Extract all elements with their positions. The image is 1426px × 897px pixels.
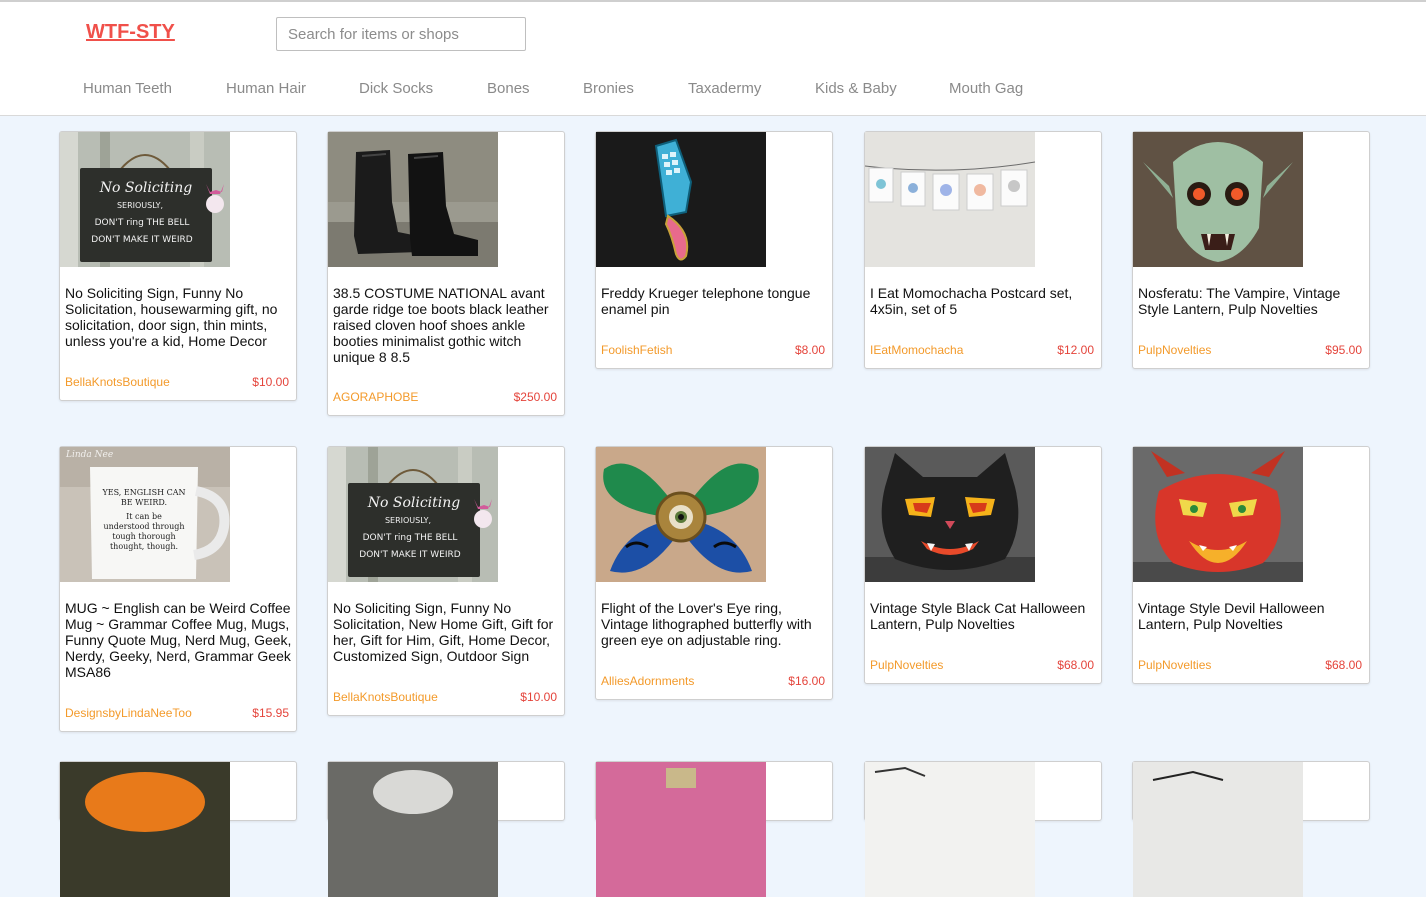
listing-title[interactable]: 38.5 COSTUME NATIONAL avant garde ridge … <box>333 285 562 365</box>
sign-text-line: DON'T ring THE BELL <box>95 218 190 228</box>
listing-image[interactable] <box>596 447 766 582</box>
nav-item-kids-baby[interactable]: Kids & Baby <box>815 80 897 97</box>
listing-title[interactable]: No Soliciting Sign, Funny No Solicitatio… <box>333 600 562 664</box>
listing-title[interactable]: No Soliciting Sign, Funny No Solicitatio… <box>65 285 294 349</box>
listing-card[interactable] <box>595 761 833 897</box>
listing-price: $10.00 <box>252 375 289 389</box>
image-watermark: Linda Nee <box>65 450 113 460</box>
listing-image[interactable] <box>1133 132 1303 267</box>
listing-card[interactable]: Vintage Style Black Cat Halloween Lanter… <box>864 446 1102 684</box>
mug-text-line: understood through <box>103 522 184 531</box>
listing-image[interactable] <box>596 132 766 267</box>
listing-card[interactable]: No Soliciting SERIOUSLY, DON'T ring THE … <box>327 446 565 716</box>
site-logo[interactable]: WTF-STY <box>86 21 175 44</box>
listing-price: $8.00 <box>794 343 825 357</box>
shop-link[interactable]: IEatMomochacha <box>870 343 963 357</box>
listing-image[interactable] <box>328 132 498 267</box>
mug-text-line: It can be <box>126 512 162 521</box>
shop-link[interactable]: PulpNovelties <box>1138 343 1211 357</box>
listing-image[interactable]: No Soliciting SERIOUSLY, DON'T ring THE … <box>60 132 230 267</box>
sign-text-line: No Soliciting <box>367 495 461 511</box>
listing-image[interactable] <box>1133 447 1303 582</box>
nav-item-dick-socks[interactable]: Dick Socks <box>359 80 433 97</box>
listing-card[interactable] <box>327 761 565 897</box>
listing-card[interactable] <box>1132 761 1370 897</box>
listing-card[interactable]: Vintage Style Devil Halloween Lantern, P… <box>1132 446 1370 684</box>
listing-price: $68.00 <box>1325 658 1362 672</box>
listing-price: $68.00 <box>1057 658 1094 672</box>
shop-link[interactable]: BellaKnotsBoutique <box>333 690 438 704</box>
listing-title[interactable]: I Eat Momochacha Postcard set, 4x5in, se… <box>870 285 1099 317</box>
listing-image[interactable] <box>60 762 230 897</box>
shop-link[interactable]: FoolishFetish <box>601 343 672 357</box>
nav-item-taxadermy[interactable]: Taxadermy <box>688 80 761 97</box>
site-header: WTF-STY Human Teeth Human Hair Dick Sock… <box>0 2 1426 116</box>
listing-title[interactable]: Freddy Krueger telephone tongue enamel p… <box>601 285 830 317</box>
search-input[interactable] <box>276 17 526 51</box>
listing-title[interactable]: Flight of the Lover's Eye ring, Vintage … <box>601 600 830 648</box>
listing-image[interactable] <box>865 132 1035 267</box>
sign-text-line: No Soliciting <box>99 180 193 196</box>
sign-text-line: DON'T MAKE IT WEIRD <box>91 235 192 245</box>
listing-card[interactable]: Nosferatu: The Vampire, Vintage Style La… <box>1132 131 1370 369</box>
listing-title[interactable]: Vintage Style Black Cat Halloween Lanter… <box>870 600 1099 632</box>
sign-text-line: DON'T ring THE BELL <box>363 533 458 543</box>
category-nav: Human Teeth Human Hair Dick Socks Bones … <box>0 80 1426 104</box>
shop-link[interactable]: DesignsbyLindaNeeToo <box>65 706 192 720</box>
shop-link[interactable]: AlliesAdornments <box>601 674 694 688</box>
mug-text-line: BE WEIRD. <box>121 498 167 507</box>
listing-price: $15.95 <box>252 706 289 720</box>
listing-card[interactable] <box>864 761 1102 897</box>
listing-title[interactable]: Vintage Style Devil Halloween Lantern, P… <box>1138 600 1367 632</box>
nav-item-human-teeth[interactable]: Human Teeth <box>83 80 172 97</box>
listing-price: $95.00 <box>1325 343 1362 357</box>
mug-text-line: YES, ENGLISH CAN <box>101 488 185 497</box>
listing-price: $16.00 <box>788 674 825 688</box>
sign-text-line: SERIOUSLY, <box>385 516 431 525</box>
sign-text-line: SERIOUSLY, <box>117 201 163 210</box>
listing-image[interactable]: Linda Nee YES, ENGLISH CAN BE WEIRD. It … <box>60 447 230 582</box>
listing-card[interactable]: 38.5 COSTUME NATIONAL avant garde ridge … <box>327 131 565 416</box>
listing-card[interactable]: Linda Nee YES, ENGLISH CAN BE WEIRD. It … <box>59 446 297 732</box>
listing-title[interactable]: Nosferatu: The Vampire, Vintage Style La… <box>1138 285 1367 317</box>
shop-link[interactable]: PulpNovelties <box>870 658 943 672</box>
listing-image[interactable] <box>596 762 766 897</box>
listing-card[interactable] <box>59 761 297 897</box>
listing-price: $250.00 <box>513 390 557 404</box>
listing-card[interactable]: No Soliciting SERIOUSLY, DON'T ring THE … <box>59 131 297 401</box>
shop-link[interactable]: AGORAPHOBE <box>333 390 418 404</box>
mug-text-line: thought, though. <box>110 542 178 551</box>
listing-price: $10.00 <box>520 690 557 704</box>
listing-image[interactable] <box>328 762 498 897</box>
sign-text-line: DON'T MAKE IT WEIRD <box>359 550 460 560</box>
listing-card[interactable]: Freddy Krueger telephone tongue enamel p… <box>595 131 833 369</box>
shop-link[interactable]: BellaKnotsBoutique <box>65 375 170 389</box>
listing-image[interactable] <box>865 447 1035 582</box>
listing-title[interactable]: MUG ~ English can be Weird Coffee Mug ~ … <box>65 600 294 680</box>
nav-item-mouth-gag[interactable]: Mouth Gag <box>949 80 1023 97</box>
nav-item-bronies[interactable]: Bronies <box>583 80 634 97</box>
listing-image[interactable] <box>865 762 1035 897</box>
listing-image[interactable]: No Soliciting SERIOUSLY, DON'T ring THE … <box>328 447 498 582</box>
listing-card[interactable]: Flight of the Lover's Eye ring, Vintage … <box>595 446 833 700</box>
shop-link[interactable]: PulpNovelties <box>1138 658 1211 672</box>
mug-text-line: tough thorough <box>112 532 175 541</box>
listing-price: $12.00 <box>1057 343 1094 357</box>
nav-item-bones[interactable]: Bones <box>487 80 530 97</box>
listing-card[interactable]: I Eat Momochacha Postcard set, 4x5in, se… <box>864 131 1102 369</box>
nav-item-human-hair[interactable]: Human Hair <box>226 80 306 97</box>
listing-image[interactable] <box>1133 762 1303 897</box>
